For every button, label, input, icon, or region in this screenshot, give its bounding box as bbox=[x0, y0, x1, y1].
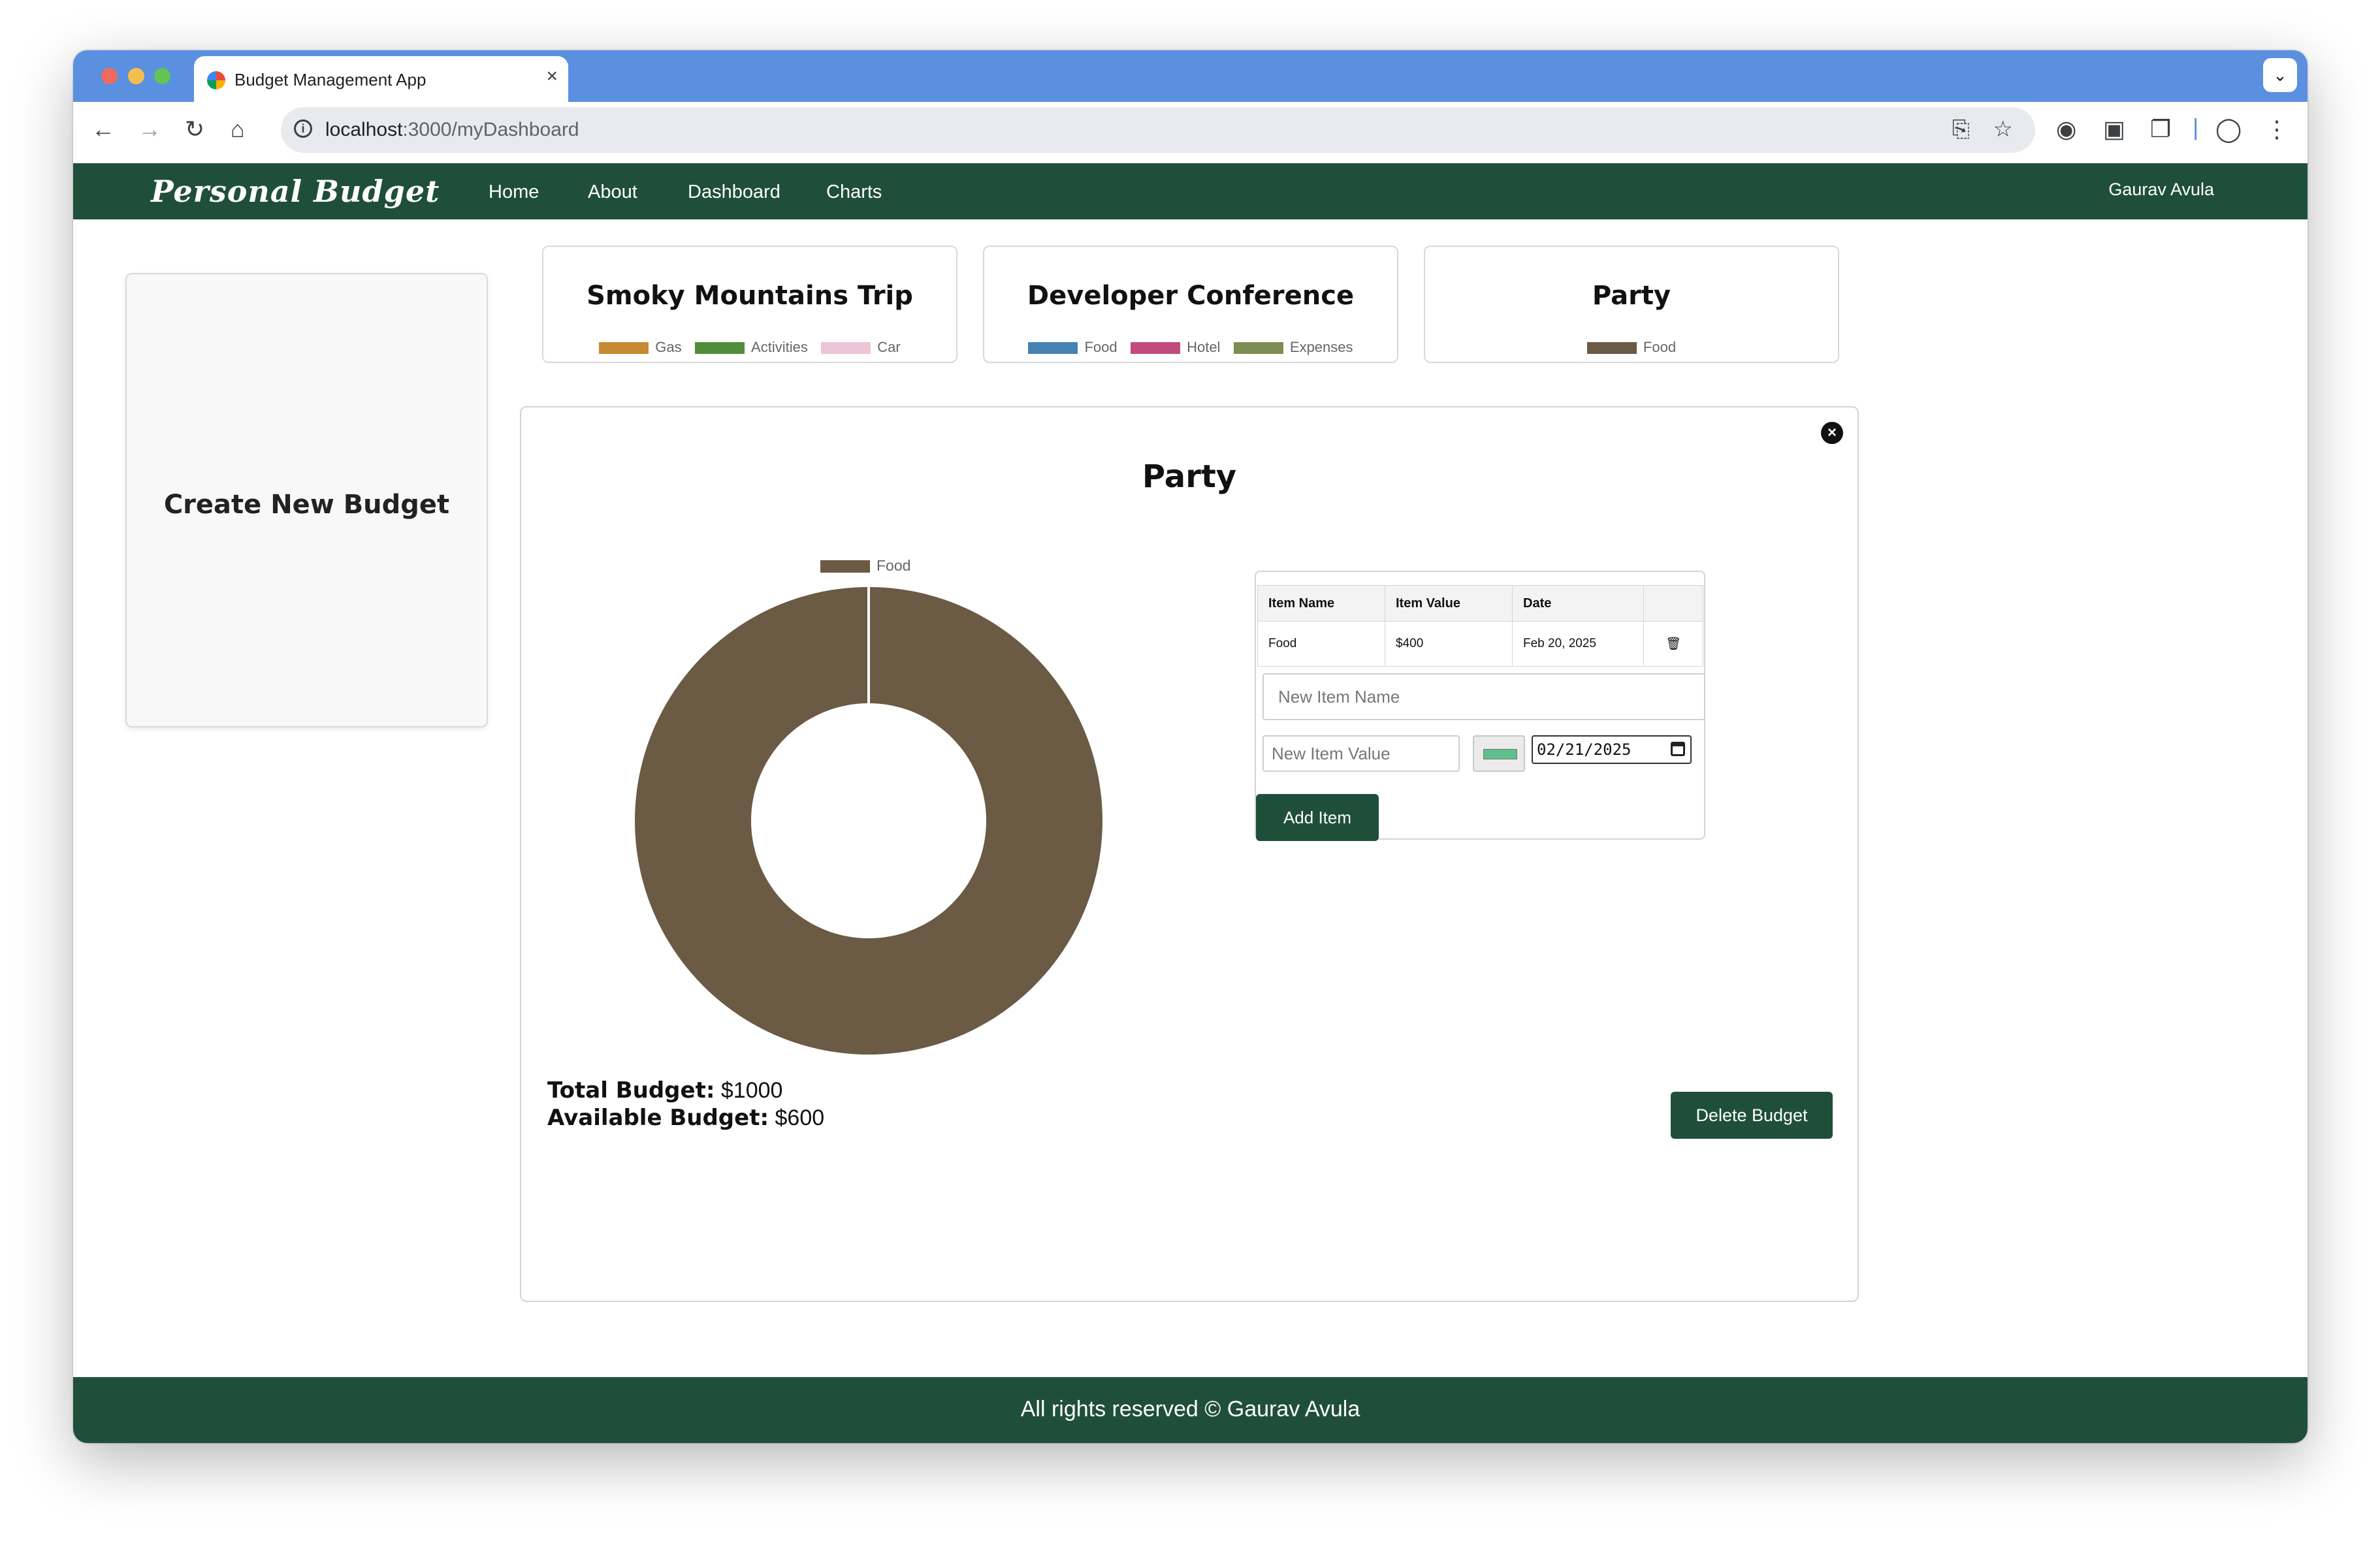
budget-card-title: Party bbox=[1592, 281, 1671, 311]
extension-icon[interactable]: ▣ bbox=[2103, 118, 2125, 141]
nav-link-about[interactable]: About bbox=[588, 182, 637, 203]
tab-title: Budget Management App bbox=[234, 70, 426, 89]
budget-card[interactable]: Party Food bbox=[1424, 246, 1839, 363]
tab-search-button[interactable]: ⌄ bbox=[2263, 58, 2297, 92]
budget-card[interactable]: Developer Conference Food Hotel Expenses bbox=[983, 246, 1398, 363]
available-budget-line: Available Budget: $600 bbox=[547, 1105, 825, 1131]
calendar-icon[interactable] bbox=[1671, 742, 1685, 756]
delete-budget-button[interactable]: Delete Budget bbox=[1671, 1092, 1833, 1139]
items-table: Item Name Item Value Date Food $400 Feb … bbox=[1257, 585, 1703, 667]
install-app-icon[interactable]: ⎘ bbox=[1952, 118, 1970, 140]
table-row: Food $400 Feb 20, 2025 🗑 bbox=[1257, 621, 1703, 667]
items-panel: Item Name Item Value Date Food $400 Feb … bbox=[1255, 571, 1705, 841]
column-header-actions bbox=[1643, 585, 1703, 622]
chart-legend-label: Food bbox=[876, 557, 911, 574]
browser-tab[interactable]: Budget Management App × bbox=[194, 56, 568, 102]
legend-item: Hotel bbox=[1131, 339, 1220, 356]
nav-link-dashboard[interactable]: Dashboard bbox=[688, 182, 780, 203]
legend-item: Food bbox=[1028, 339, 1118, 356]
password-manager-icon[interactable]: ◉ bbox=[2056, 118, 2076, 141]
legend-swatch bbox=[695, 342, 745, 355]
chart-legend-swatch bbox=[820, 560, 870, 573]
legend-swatch bbox=[599, 342, 649, 355]
toolbar-divider: | bbox=[2193, 114, 2199, 140]
legend-swatch bbox=[1028, 342, 1078, 355]
close-tab-icon[interactable]: × bbox=[546, 67, 558, 86]
new-item-name-input[interactable] bbox=[1262, 673, 1705, 720]
page-footer: All rights reserved © Gaurav Avula bbox=[73, 1377, 2308, 1443]
chart-legend[interactable]: Food bbox=[820, 557, 910, 575]
modal-title: Party bbox=[1142, 458, 1237, 495]
budget-card[interactable]: Smoky Mountains Trip Gas Activities Car bbox=[542, 246, 957, 363]
url-text: localhost:3000/myDashboard bbox=[325, 119, 579, 140]
bookmark-star-icon[interactable]: ☆ bbox=[1993, 118, 2013, 140]
minimize-window-button[interactable] bbox=[128, 68, 144, 84]
trash-icon[interactable]: 🗑 bbox=[1665, 637, 1681, 651]
budget-totals: Total Budget: $1000 Available Budget: $6… bbox=[547, 1077, 824, 1132]
user-name[interactable]: Gaurav Avula bbox=[2108, 180, 2214, 200]
forward-arrow-icon[interactable]: → bbox=[138, 118, 161, 141]
home-icon[interactable]: ⌂ bbox=[231, 118, 245, 141]
create-budget-card[interactable]: Create New Budget bbox=[125, 273, 488, 727]
budget-card-title: Smoky Mountains Trip bbox=[587, 281, 913, 311]
back-arrow-icon[interactable]: ← bbox=[91, 118, 115, 141]
column-header-date: Date bbox=[1512, 585, 1644, 622]
item-color-picker[interactable] bbox=[1473, 735, 1525, 772]
tab-strip: Budget Management App × + ⌄ bbox=[73, 50, 2308, 102]
legend-item: Car bbox=[821, 339, 901, 356]
app-favicon-icon bbox=[207, 71, 225, 89]
legend-swatch bbox=[1586, 342, 1637, 355]
close-modal-icon[interactable]: × bbox=[1821, 422, 1843, 444]
site-info-icon[interactable]: i bbox=[294, 119, 312, 138]
budget-card-legend: Food bbox=[1425, 339, 1838, 356]
close-window-button[interactable] bbox=[101, 68, 118, 84]
item-date-cell: Feb 20, 2025 bbox=[1512, 621, 1644, 667]
profile-avatar-icon[interactable]: ◯ bbox=[2215, 118, 2242, 141]
add-item-button[interactable]: Add Item bbox=[1256, 794, 1379, 841]
total-budget-line: Total Budget: $1000 bbox=[547, 1077, 783, 1104]
extensions-puzzle-icon[interactable]: ❐ bbox=[2150, 118, 2171, 141]
maximize-window-button[interactable] bbox=[154, 68, 170, 84]
budget-card-title: Developer Conference bbox=[1027, 281, 1355, 311]
legend-item: Expenses bbox=[1233, 339, 1353, 356]
create-budget-label: Create New Budget bbox=[163, 490, 450, 520]
legend-swatch bbox=[821, 342, 871, 355]
legend-item: Activities bbox=[695, 339, 808, 356]
budget-card-legend: Food Hotel Expenses bbox=[984, 339, 1397, 356]
nav-link-home[interactable]: Home bbox=[489, 182, 539, 203]
table-header-row: Item Name Item Value Date bbox=[1257, 585, 1703, 622]
legend-swatch bbox=[1131, 342, 1181, 355]
address-bar[interactable]: i localhost:3000/myDashboard ⎘ ☆ bbox=[281, 107, 2035, 153]
browser-menu-icon[interactable]: ⋮ bbox=[2265, 118, 2289, 141]
dashboard-content: Create New Budget Smoky Mountains Trip G… bbox=[73, 219, 2308, 1377]
color-swatch bbox=[1483, 749, 1517, 759]
brand-logo[interactable]: Personal Budget bbox=[151, 174, 440, 209]
budget-donut-chart[interactable] bbox=[634, 586, 1104, 1056]
app-navbar: Personal Budget Home About Dashboard Cha… bbox=[73, 163, 2308, 219]
new-tab-button[interactable]: + bbox=[514, 60, 529, 86]
item-date-input[interactable]: 02/21/2025 bbox=[1532, 735, 1692, 764]
item-name-cell: Food bbox=[1257, 621, 1385, 667]
delete-item-cell: 🗑 bbox=[1643, 621, 1703, 667]
reload-icon[interactable]: ↻ bbox=[185, 118, 204, 141]
budget-detail-modal: × Party Food Total Budget: $1000 Availab… bbox=[520, 406, 1859, 1302]
legend-item: Gas bbox=[599, 339, 682, 356]
column-header-item-name: Item Name bbox=[1257, 585, 1385, 622]
new-item-value-input[interactable] bbox=[1262, 735, 1460, 772]
nav-link-charts[interactable]: Charts bbox=[826, 182, 882, 203]
browser-window: Budget Management App × + ⌄ ← → ↻ ⌂ i lo… bbox=[73, 50, 2308, 1443]
item-value-cell: $400 bbox=[1385, 621, 1513, 667]
legend-item: Food bbox=[1586, 339, 1676, 356]
budget-card-legend: Gas Activities Car bbox=[543, 339, 956, 356]
footer-copyright: All rights reserved © Gaurav Avula bbox=[1020, 1397, 1360, 1422]
column-header-item-value: Item Value bbox=[1385, 585, 1513, 622]
legend-swatch bbox=[1233, 342, 1283, 355]
